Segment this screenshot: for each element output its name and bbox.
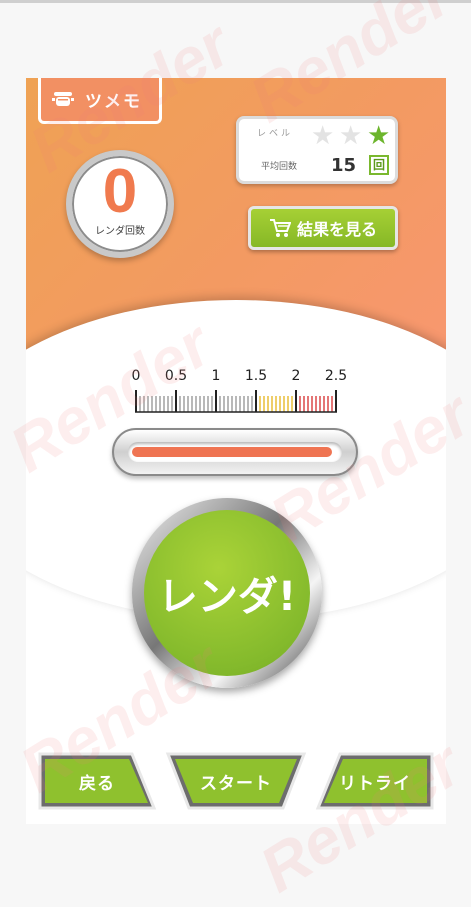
top-divider [0,0,471,3]
memo-tab[interactable]: ツメモ [38,78,162,124]
star-icon: ★ [367,121,391,151]
gauge-label: 0.5 [164,368,188,384]
start-button[interactable]: スタート [165,750,307,812]
average-unit: 回 [369,155,389,175]
back-button[interactable]: 戻る [36,750,158,812]
cart-icon [269,219,291,237]
gauge-label: 1.5 [244,368,268,384]
app-screen: ツメモ 0 レンダ回数 レベル ★ ★ ★ 平均回数 15 回 結果を見る 0 … [26,78,446,824]
start-label: スタート [200,773,272,794]
renda-button[interactable]: レンダ! [132,498,322,688]
speed-gauge: 0 0.5 1 1.5 2 2.5 [130,368,348,418]
view-results-button[interactable]: 結果を見る [248,206,398,250]
memo-label: ツメモ [85,92,142,112]
star-icon: ★ [311,121,335,151]
tap-counter: 0 レンダ回数 [66,150,174,258]
retry-label: リトライ [339,773,411,794]
gauge-ticks [135,390,337,413]
level-label: レベル [257,129,294,139]
tap-count-value: 0 [102,157,138,226]
renda-button-face: レンダ! [144,510,310,676]
speed-meter [112,428,358,476]
gauge-label: 2.5 [324,368,348,384]
speed-meter-fill [132,447,332,457]
tap-count-label: レンダ回数 [95,226,145,237]
retry-button[interactable]: リトライ [314,750,436,812]
back-label: 戻る [79,773,115,794]
star-icon: ★ [339,121,363,151]
renda-button-label: レンダ! [157,574,297,620]
pot-icon [52,91,74,106]
gauge-label: 2 [291,368,301,384]
gauge-label: 1 [211,368,221,384]
view-results-label: 結果を見る [296,220,377,239]
average-value: 15 [331,155,357,176]
speed-meter-track [128,442,342,462]
average-label: 平均回数 [261,162,298,172]
level-panel: レベル ★ ★ ★ 平均回数 15 回 [236,116,398,184]
gauge-label: 0 [131,368,141,384]
